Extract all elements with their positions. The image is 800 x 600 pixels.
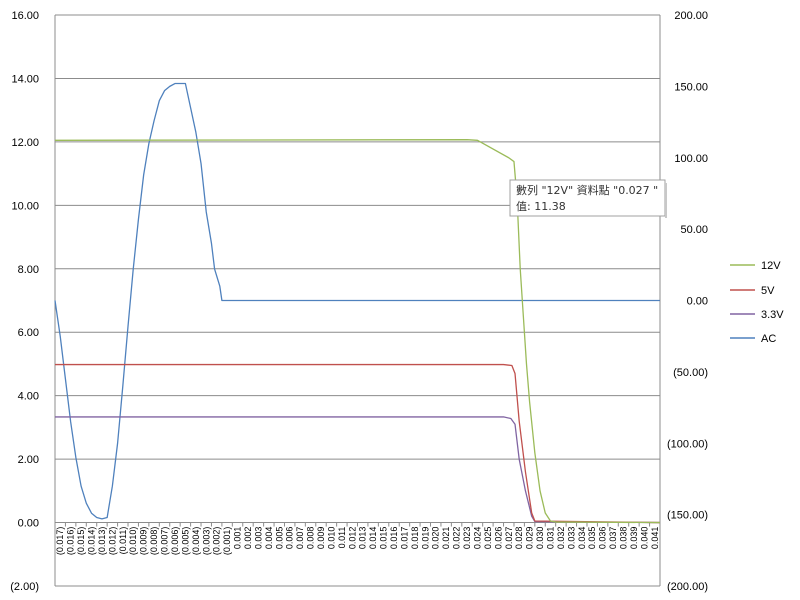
x-tick-label: (0.013): [97, 527, 107, 556]
left-tick-label: 6.00: [18, 327, 39, 339]
x-tick-label: (0.007): [160, 527, 170, 556]
x-tick-label: 0.013: [358, 527, 368, 550]
x-tick-label: (0.008): [149, 527, 159, 556]
x-tick-label: 0.034: [577, 527, 587, 550]
x-tick-label: 0.023: [462, 527, 472, 550]
left-tick-label: 10.00: [11, 200, 39, 212]
x-tick-label: 0.003: [253, 527, 263, 550]
x-axis: (0.017) (0.016) (0.015) (0.014) (0.013) (0.01…: [55, 522, 661, 556]
x-tick-label: 0.009: [316, 527, 326, 550]
x-tick-label: (0.009): [139, 527, 149, 556]
left-axis: (2.00) 0.00 2.00 4.00 6.00 8.00 10.00 12.00 14.0…: [10, 10, 39, 593]
right-tick-label: 50.00: [680, 224, 708, 236]
right-tick-label: 0.00: [687, 296, 708, 308]
chart: (2.00) 0.00 2.00 4.00 6.00 8.00 10.00 12.00 14.0…: [10, 10, 784, 593]
x-tick-label: 0.021: [441, 527, 451, 550]
x-tick-label: 0.012: [347, 527, 357, 550]
x-tick-label: 0.031: [545, 527, 555, 550]
x-tick-label: (0.015): [76, 527, 86, 556]
legend-label: 3.3V: [761, 309, 784, 321]
x-tick-label: 0.006: [285, 527, 295, 550]
legend: 12V 5V 3.3V AC: [730, 260, 784, 345]
left-tick-label: 0.00: [18, 518, 39, 530]
x-tick-label: 0.005: [274, 527, 284, 550]
x-tick-label: 0.018: [410, 527, 420, 550]
left-tick-label: (2.00): [10, 581, 39, 593]
x-tick-label: 0.014: [368, 527, 378, 550]
x-tick-label: 0.038: [618, 527, 628, 550]
x-tick-label: 0.007: [295, 527, 305, 550]
left-tick-label: 2.00: [18, 454, 39, 466]
x-tick-label: 0.004: [264, 527, 274, 550]
legend-label: 5V: [761, 285, 775, 297]
x-tick-label: 0.019: [420, 527, 430, 550]
left-tick-label: 8.00: [18, 264, 39, 276]
series-line-3-3v: [55, 416, 661, 524]
x-tick-label: (0.012): [107, 527, 117, 556]
data-point-tooltip: 數列 "12V" 資料點 "0.027 " 值: 11.38: [509, 179, 667, 218]
x-tick-label: 0.011: [337, 527, 347, 549]
x-tick-label: 0.032: [556, 527, 566, 550]
right-tick-label: (100.00): [667, 438, 708, 450]
x-tick-label: 0.028: [514, 527, 524, 550]
x-tick-label: (0.001): [222, 527, 232, 556]
x-tick-label: (0.003): [201, 527, 211, 556]
x-tick-label: (0.002): [212, 527, 222, 556]
x-tick-label: 0.022: [452, 527, 462, 550]
right-tick-label: 200.00: [674, 10, 708, 22]
x-tick-label: 0.027: [504, 527, 514, 550]
x-tick-label: 0.033: [566, 527, 576, 550]
x-tick-label: (0.014): [87, 527, 97, 556]
right-tick-label: (50.00): [673, 367, 708, 379]
x-tick-label: 0.020: [431, 527, 441, 550]
tooltip-line2: 值: 11.38: [516, 200, 566, 213]
legend-label: 12V: [761, 260, 781, 272]
x-tick-label: 0.037: [608, 527, 618, 550]
tooltip-line1: 數列 "12V" 資料點 "0.027 ": [516, 183, 658, 197]
x-tick-label: (0.004): [191, 527, 201, 556]
series-lines: [54, 82, 661, 524]
x-tick-label: 0.015: [379, 527, 389, 550]
left-tick-label: 16.00: [11, 10, 39, 22]
right-tick-label: 100.00: [674, 153, 708, 165]
left-tick-label: 4.00: [18, 391, 39, 403]
x-tick-label: 0.030: [535, 527, 545, 550]
x-tick-label: (0.016): [66, 527, 76, 556]
x-tick-label: (0.017): [55, 527, 65, 556]
x-tick-label: 0.001: [233, 527, 243, 550]
legend-label: AC: [761, 333, 776, 345]
x-tick-label: 0.024: [472, 527, 482, 550]
x-tick-label: 0.041: [650, 527, 660, 550]
left-tick-label: 14.00: [11, 73, 39, 85]
x-tick-label: 0.029: [525, 527, 535, 550]
x-tick-label: 0.026: [493, 527, 503, 550]
x-tick-label: 0.017: [399, 527, 409, 550]
x-tick-label: 0.002: [243, 527, 253, 550]
x-tick-label: 0.035: [587, 527, 597, 550]
x-tick-label: 0.036: [598, 527, 608, 550]
tooltip-shadow: [665, 183, 667, 218]
x-tick-label: (0.005): [180, 527, 190, 556]
series-line-5v: [55, 363, 661, 524]
series-line-ac: [54, 82, 660, 520]
x-tick-label: (0.010): [128, 527, 138, 556]
x-tick-label: (0.006): [170, 527, 180, 556]
x-tick-label: 0.010: [326, 527, 336, 550]
right-tick-label: 150.00: [674, 81, 708, 93]
x-tick-label: 0.016: [389, 527, 399, 550]
x-tick-label: 0.025: [483, 527, 493, 550]
right-axis: (200.00) (150.00) (100.00) (50.00) 0.00 50.00…: [667, 10, 708, 593]
x-tick-label: 0.008: [306, 527, 316, 550]
x-tick-label: 0.040: [639, 527, 649, 550]
left-tick-label: 12.00: [11, 137, 39, 149]
x-tick-label: (0.011): [118, 527, 128, 555]
right-tick-label: (200.00): [667, 581, 708, 593]
x-tick-label: 0.039: [629, 527, 639, 550]
right-tick-label: (150.00): [667, 510, 708, 522]
